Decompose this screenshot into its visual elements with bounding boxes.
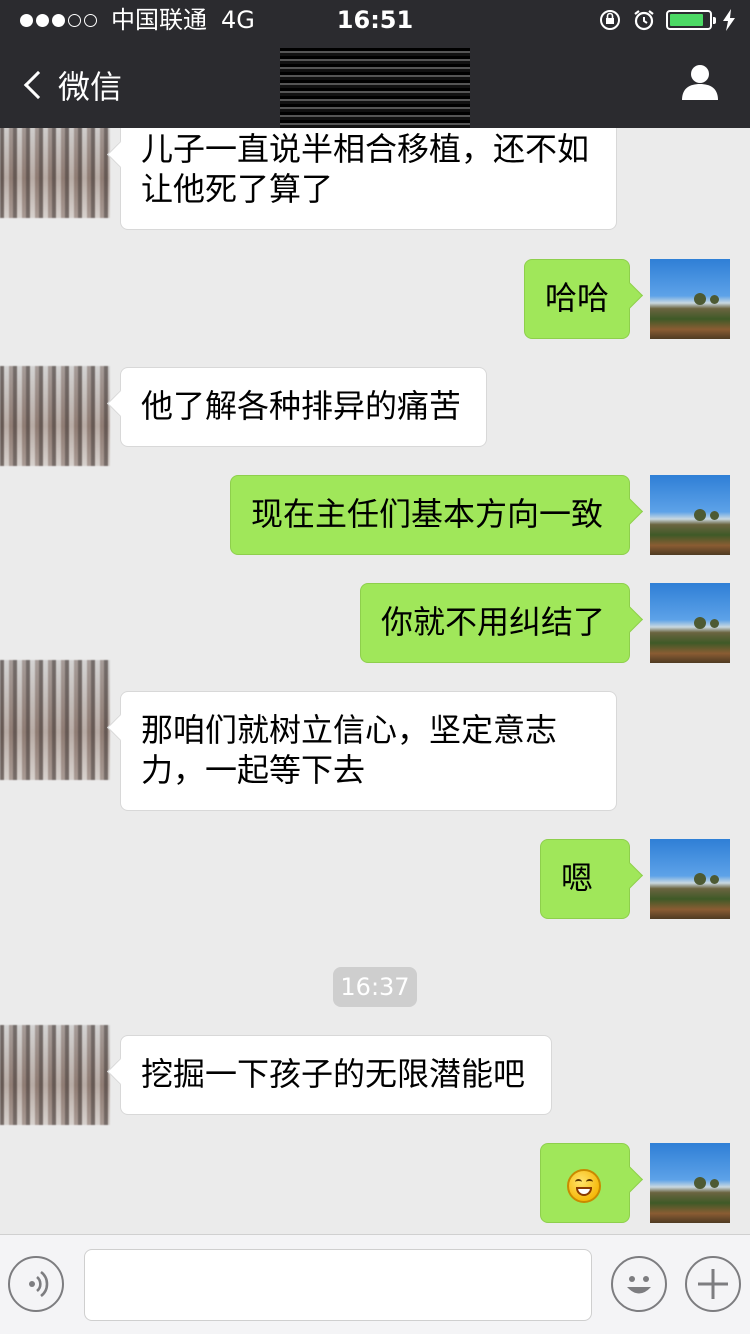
tree-shape bbox=[694, 873, 706, 885]
battery-icon bbox=[666, 10, 716, 30]
avatar[interactable] bbox=[0, 1025, 110, 1125]
voice-input-button[interactable] bbox=[8, 1256, 64, 1312]
tree-shape bbox=[710, 619, 719, 628]
tree-shape bbox=[710, 511, 719, 520]
chevron-left-icon bbox=[23, 70, 53, 100]
message-input[interactable] bbox=[84, 1249, 592, 1321]
message-bubble-incoming[interactable]: 他了解各种排异的痛苦 bbox=[120, 367, 487, 447]
chat-area[interactable]: 儿子一直说半相合移植，还不如让他死了算了 哈哈 他了解各种排异的痛苦 现在主任们… bbox=[0, 118, 750, 1234]
alarm-icon bbox=[634, 10, 654, 31]
contact-profile-icon[interactable] bbox=[680, 62, 720, 102]
emoji-button[interactable] bbox=[611, 1256, 667, 1312]
avatar[interactable] bbox=[650, 583, 730, 663]
message-bubble-outgoing[interactable]: 你就不用纠结了 bbox=[360, 583, 630, 663]
tree-shape bbox=[710, 295, 719, 304]
back-label: 微信 bbox=[58, 68, 123, 106]
plus-button[interactable] bbox=[685, 1256, 741, 1312]
tree-shape bbox=[694, 293, 706, 305]
tree-shape bbox=[694, 509, 706, 521]
charging-bolt-icon bbox=[723, 9, 735, 31]
avatar[interactable] bbox=[650, 259, 730, 339]
message-text: 哈哈 bbox=[545, 279, 610, 317]
message-text: 现在主任们基本方向一致 bbox=[251, 495, 604, 533]
back-button[interactable]: 微信 bbox=[20, 62, 122, 108]
rotation-lock-icon bbox=[600, 10, 620, 30]
message-text: 他了解各种排异的痛苦 bbox=[141, 387, 462, 425]
status-bar: 中国联通 4G 16:51 bbox=[0, 0, 750, 40]
emoji-icon bbox=[627, 1276, 651, 1294]
grinning-face-icon bbox=[567, 1169, 601, 1203]
avatar[interactable] bbox=[650, 839, 730, 919]
message-text: 嗯 bbox=[561, 859, 594, 897]
tree-shape bbox=[694, 1177, 706, 1189]
tree-shape bbox=[710, 1179, 719, 1188]
status-right bbox=[598, 0, 736, 40]
avatar[interactable] bbox=[0, 118, 110, 218]
top-bar: 中国联通 4G 16:51 微信 bbox=[0, 0, 750, 128]
message-text: 儿子一直说半相合移植，还不如让他死了算了 bbox=[141, 130, 590, 208]
message-bubble-outgoing[interactable]: 现在主任们基本方向一致 bbox=[230, 475, 630, 555]
message-bubble-outgoing[interactable]: 哈哈 bbox=[524, 259, 630, 339]
tree-shape bbox=[694, 617, 706, 629]
message-text: 你就不用纠结了 bbox=[381, 603, 606, 641]
avatar[interactable] bbox=[0, 660, 110, 780]
nav-bar: 微信 bbox=[0, 40, 750, 128]
message-text: 那咱们就树立信心，坚定意志力，一起等下去 bbox=[141, 711, 558, 789]
message-bubble-outgoing[interactable]: 嗯 bbox=[540, 839, 630, 919]
message-text: 挖掘一下孩子的无限潜能吧 bbox=[141, 1055, 526, 1093]
input-bar bbox=[0, 1234, 750, 1334]
avatar[interactable] bbox=[650, 1143, 730, 1223]
voice-icon bbox=[29, 1270, 49, 1298]
avatar[interactable] bbox=[650, 475, 730, 555]
message-bubble-incoming[interactable]: 挖掘一下孩子的无限潜能吧 bbox=[120, 1035, 552, 1115]
tree-shape bbox=[710, 875, 719, 884]
message-bubble-outgoing[interactable] bbox=[540, 1143, 630, 1223]
message-bubble-incoming[interactable]: 儿子一直说半相合移植，还不如让他死了算了 bbox=[120, 118, 617, 230]
avatar[interactable] bbox=[0, 366, 110, 466]
chat-title bbox=[280, 48, 470, 128]
timestamp-divider: 16:37 bbox=[333, 967, 417, 1007]
message-bubble-incoming[interactable]: 那咱们就树立信心，坚定意志力，一起等下去 bbox=[120, 691, 617, 811]
